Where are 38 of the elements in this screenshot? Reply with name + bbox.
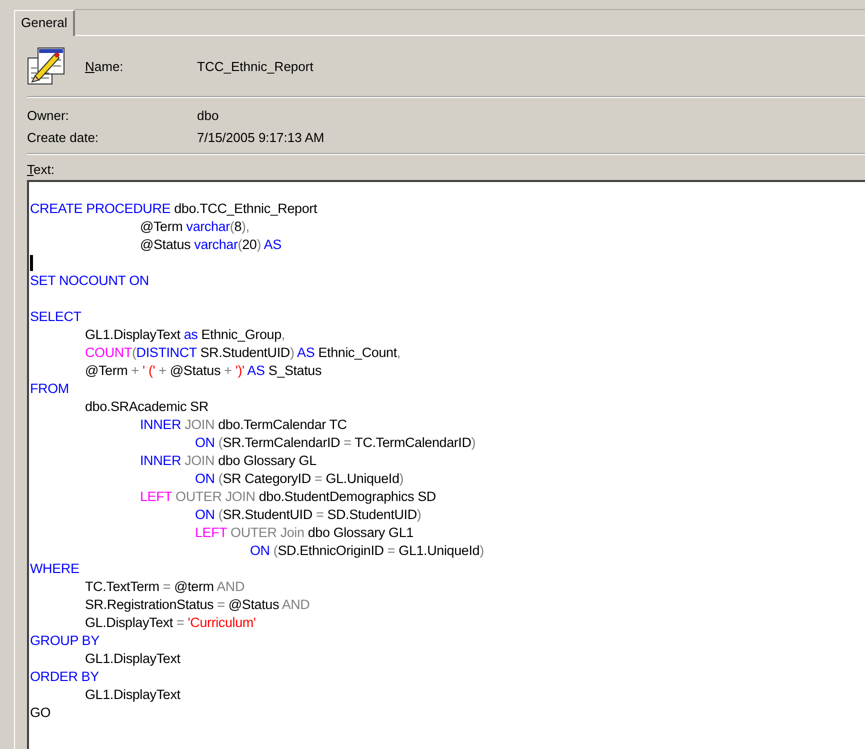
code-line: SELECT bbox=[30, 308, 82, 326]
code-line: @Status varchar(20) AS bbox=[139, 236, 282, 254]
property-value: dbo bbox=[197, 108, 219, 122]
code-line: TC.TextTerm = @term AND bbox=[84, 578, 245, 596]
code-editor[interactable] bbox=[27, 180, 865, 749]
property-value: 7/15/2005 9:17:13 AM bbox=[197, 130, 324, 144]
code-line: @Term varchar(8), bbox=[139, 218, 250, 236]
code-line: LEFT OUTER JOIN dbo.StudentDemographics SD bbox=[139, 488, 436, 506]
code-line: GL1.DisplayText bbox=[84, 686, 180, 704]
text-label: Text: bbox=[27, 162, 54, 177]
tab[interactable]: General bbox=[14, 10, 76, 36]
name-value: TCC_Ethnic_Report bbox=[197, 58, 314, 74]
code-line: GO bbox=[30, 704, 51, 722]
code-line: CREATE PROCEDURE dbo.TCC_Ethnic_Report bbox=[30, 200, 318, 218]
code-line: LEFT OUTER Join dbo Glossary GL1 bbox=[194, 524, 414, 542]
code-line: @Term + ' (' + @Status + ')' AS S_Status bbox=[84, 362, 322, 380]
code-line: SR.RegistrationStatus = @Status AND bbox=[84, 596, 310, 614]
property-label: Owner: bbox=[27, 108, 70, 122]
code-line: INNER JOIN dbo Glossary GL bbox=[139, 452, 316, 470]
code-line: INNER JOIN dbo.TermCalendar TC bbox=[139, 416, 347, 434]
code-line: COUNT(DISTINCT SR.StudentUID) AS Ethnic_Count, bbox=[84, 344, 400, 362]
code-line: ON (SD.EthnicOriginID = GL1.UniqueId) bbox=[249, 542, 484, 560]
code-line: GL1.DisplayText as Ethnic_Group, bbox=[84, 326, 285, 344]
code-line: dbo.SRAcademic SR bbox=[84, 398, 208, 416]
name-label: Name: bbox=[85, 58, 124, 74]
code-line: FROM bbox=[30, 380, 69, 398]
code-line: GROUP BY bbox=[30, 632, 100, 650]
property-label: Create date: bbox=[27, 130, 100, 144]
code-line: GL1.DisplayText bbox=[84, 650, 180, 668]
code-line: GL.DisplayText = 'Curriculum' bbox=[84, 614, 256, 632]
code-line: SET NOCOUNT ON bbox=[30, 272, 149, 290]
text-cursor bbox=[30, 255, 33, 272]
code-line: ON (SR CategoryID = GL.UniqueId) bbox=[194, 470, 404, 488]
document-pencil-icon bbox=[27, 46, 67, 86]
code-line: ON (SR.TermCalendarID = TC.TermCalendarID) bbox=[194, 434, 476, 452]
code-line: ON (SR.StudentUID = SD.StudentUID) bbox=[194, 506, 422, 524]
code-line: ORDER BY bbox=[30, 668, 99, 686]
code-line: WHERE bbox=[30, 560, 80, 578]
